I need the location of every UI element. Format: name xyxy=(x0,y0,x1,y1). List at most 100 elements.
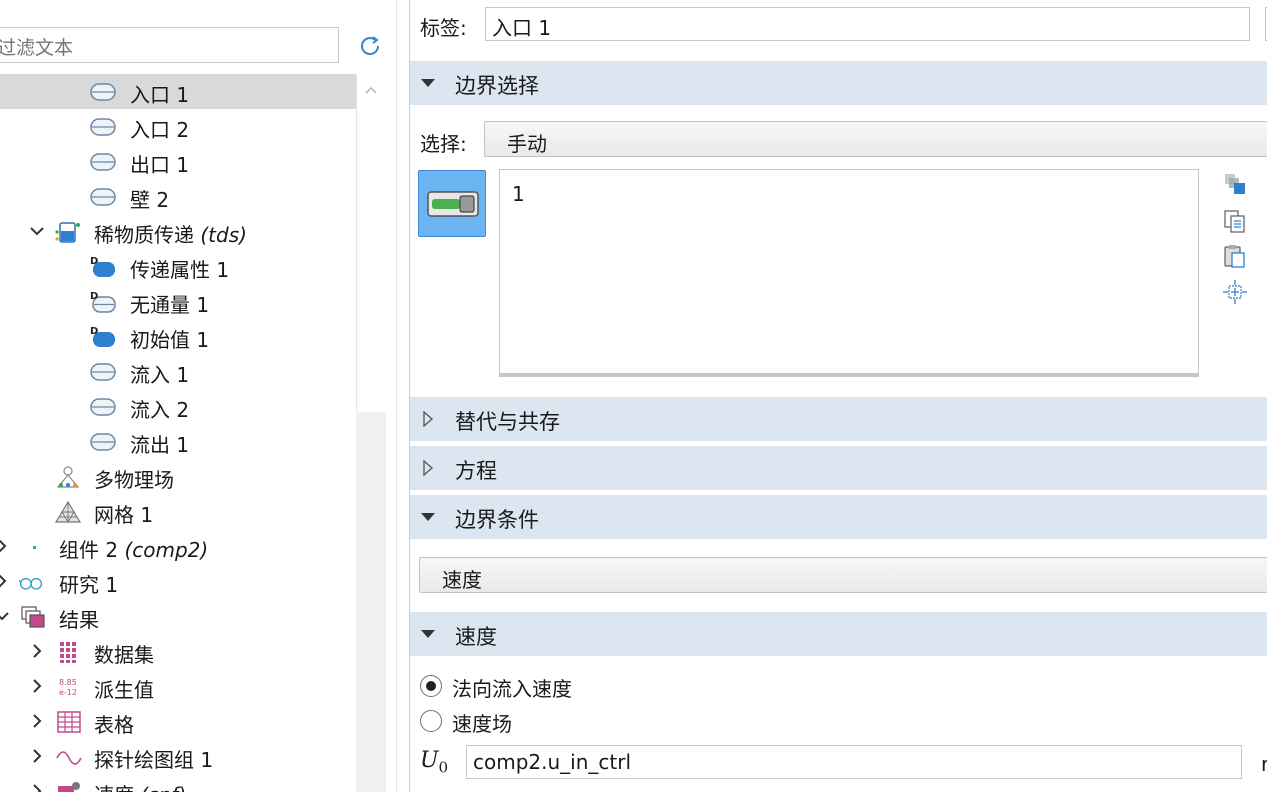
species-transport-icon xyxy=(55,222,80,243)
copy-selection-icon[interactable] xyxy=(1222,208,1248,234)
boundary-icon xyxy=(90,118,116,136)
section-velocity[interactable]: 速度 xyxy=(410,612,1267,656)
filter-input[interactable] xyxy=(0,27,339,63)
toggle-icon xyxy=(427,191,479,217)
chevron-right-icon[interactable] xyxy=(29,643,45,659)
boundary-condition-dropdown[interactable]: 速度 xyxy=(419,557,1267,593)
section-boundary-condition[interactable]: 边界条件 xyxy=(410,495,1267,539)
chevron-right-icon[interactable] xyxy=(29,713,45,729)
selection-list[interactable]: 1 xyxy=(499,169,1199,377)
active-toggle-button[interactable] xyxy=(418,170,486,237)
probe-plot-icon xyxy=(56,751,82,765)
tree-item-tables[interactable]: 表格 xyxy=(0,704,356,739)
label-input[interactable]: 入口 1 xyxy=(485,7,1250,41)
triangle-right-icon xyxy=(423,411,433,427)
tree-item-no-flux[interactable]: D 无通量 1 xyxy=(0,284,356,319)
tree-item-label: 传递属性 1 xyxy=(130,258,230,282)
tree-item-probe-plot-group[interactable]: 探针绘图组 1 xyxy=(0,739,356,774)
section-override[interactable]: 替代与共存 xyxy=(410,397,1267,441)
add-to-selection-icon[interactable] xyxy=(1222,172,1248,198)
tree-item-velocity-plot[interactable]: 速度 (spf) xyxy=(0,774,356,792)
tree-item-label: 流入 2 xyxy=(130,398,190,422)
triangle-down-icon xyxy=(421,630,435,638)
domain-default-icon: D xyxy=(90,326,115,347)
model-builder-panel: 入口 1 入口 2 出口 1 壁 2 稀物质传递 (tds) D 传递属性 1 … xyxy=(0,0,388,792)
boundary-icon xyxy=(90,153,116,171)
chevron-right-icon[interactable] xyxy=(29,748,45,764)
panel-divider xyxy=(396,0,397,792)
tree-item-label: 入口 1 xyxy=(130,83,190,107)
tree-item-outflow-1[interactable]: 流出 1 xyxy=(0,424,356,459)
boundary-icon xyxy=(90,398,116,416)
tree-item-inlet-2[interactable]: 入口 2 xyxy=(0,109,356,144)
svg-text:D: D xyxy=(90,291,98,302)
tree-item-multiphysics[interactable]: 多物理场 xyxy=(0,459,356,494)
chevron-right-icon[interactable] xyxy=(29,678,45,694)
panel-splitter[interactable] xyxy=(388,0,410,792)
tree-item-inflow-2[interactable]: 流入 2 xyxy=(0,389,356,424)
tree-item-component-2[interactable]: 组件 2 (comp2) xyxy=(0,529,356,564)
u0-symbol: U0 xyxy=(420,748,449,777)
tree-item-inlet-1[interactable]: 入口 1 xyxy=(0,74,356,109)
tree-item-label: 稀物质传递 (tds) xyxy=(94,223,247,247)
selection-list-item[interactable]: 1 xyxy=(512,182,525,206)
tree-item-label: 无通量 1 xyxy=(130,293,210,317)
tables-icon xyxy=(57,711,81,733)
tree-item-initial-values[interactable]: D 初始值 1 xyxy=(0,319,356,354)
triangle-down-icon xyxy=(421,79,435,87)
radio-label: 法向流入速度 xyxy=(452,677,572,701)
tree-item-label: 研究 1 xyxy=(59,573,119,597)
section-title: 替代与共存 xyxy=(455,410,560,434)
tree-item-label: 壁 2 xyxy=(130,188,170,212)
tree-item-results[interactable]: 结果 xyxy=(0,599,356,634)
section-title: 边界条件 xyxy=(455,508,539,532)
svg-text:D: D xyxy=(90,326,98,337)
tree-item-wall-2[interactable]: 壁 2 xyxy=(0,179,356,214)
svg-text:8.85: 8.85 xyxy=(59,678,77,687)
section-equation[interactable]: 方程 xyxy=(410,446,1267,490)
settings-panel: 标签: 入口 1 边界选择 选择: 手动 1 替代与共存 方程 边界条件 速度 … xyxy=(410,0,1267,792)
study-icon xyxy=(18,577,43,590)
tree-item-label: 派生值 xyxy=(94,678,154,702)
u0-input[interactable]: comp2.u_in_ctrl xyxy=(466,745,1242,779)
radio-button[interactable] xyxy=(420,675,442,697)
tree-scrollbar[interactable] xyxy=(356,74,386,792)
chevron-right-icon[interactable] xyxy=(29,783,45,792)
tree-item-label: 速度 (spf) xyxy=(94,779,186,792)
radio-label: 速度场 xyxy=(452,712,512,736)
tree-item-label: 组件 2 (comp2) xyxy=(59,538,209,562)
section-title: 方程 xyxy=(455,459,497,483)
boundary-icon xyxy=(90,83,116,101)
chevron-up-icon[interactable] xyxy=(363,82,379,98)
chevron-right-icon[interactable] xyxy=(0,573,10,589)
tree-item-transport-properties[interactable]: D 传递属性 1 xyxy=(0,249,356,284)
mesh-icon xyxy=(55,500,81,523)
radio-button[interactable] xyxy=(420,710,442,732)
tree-item-label: 数据集 xyxy=(94,643,154,667)
model-tree: 入口 1 入口 2 出口 1 壁 2 稀物质传递 (tds) D 传递属性 1 … xyxy=(0,74,356,792)
zoom-to-selection-icon[interactable] xyxy=(1222,279,1248,305)
tree-item-label: 流入 1 xyxy=(130,363,190,387)
chevron-right-icon[interactable] xyxy=(0,538,10,554)
chevron-down-icon[interactable] xyxy=(29,223,45,239)
section-boundary-selection[interactable]: 边界选择 xyxy=(410,61,1267,105)
tree-item-mesh[interactable]: 网格 1 xyxy=(0,494,356,529)
boundary-icon xyxy=(90,363,116,381)
tree-item-study-1[interactable]: 研究 1 xyxy=(0,564,356,599)
tree-item-datasets[interactable]: 数据集 xyxy=(0,634,356,669)
tree-item-label: 网格 1 xyxy=(94,503,154,527)
tree-item-dilute-species[interactable]: 稀物质传递 (tds) xyxy=(0,214,356,249)
chevron-down-icon[interactable] xyxy=(0,608,10,624)
selection-caption: 选择: xyxy=(420,132,467,156)
selection-mode-dropdown[interactable]: 手动 xyxy=(484,121,1267,157)
tree-scrollbar-thumb[interactable] xyxy=(356,74,386,412)
component-icon xyxy=(33,546,36,549)
tree-item-label: 出口 1 xyxy=(130,153,190,177)
tree-item-derived-values[interactable]: 8.85 e-12 派生值 xyxy=(0,669,356,704)
tree-item-label: 流出 1 xyxy=(130,433,190,457)
refresh-icon[interactable] xyxy=(357,33,383,59)
tree-item-label: 探针绘图组 1 xyxy=(94,748,214,772)
tree-item-inflow-1[interactable]: 流入 1 xyxy=(0,354,356,389)
paste-selection-icon[interactable] xyxy=(1222,243,1248,269)
tree-item-outlet-1[interactable]: 出口 1 xyxy=(0,144,356,179)
